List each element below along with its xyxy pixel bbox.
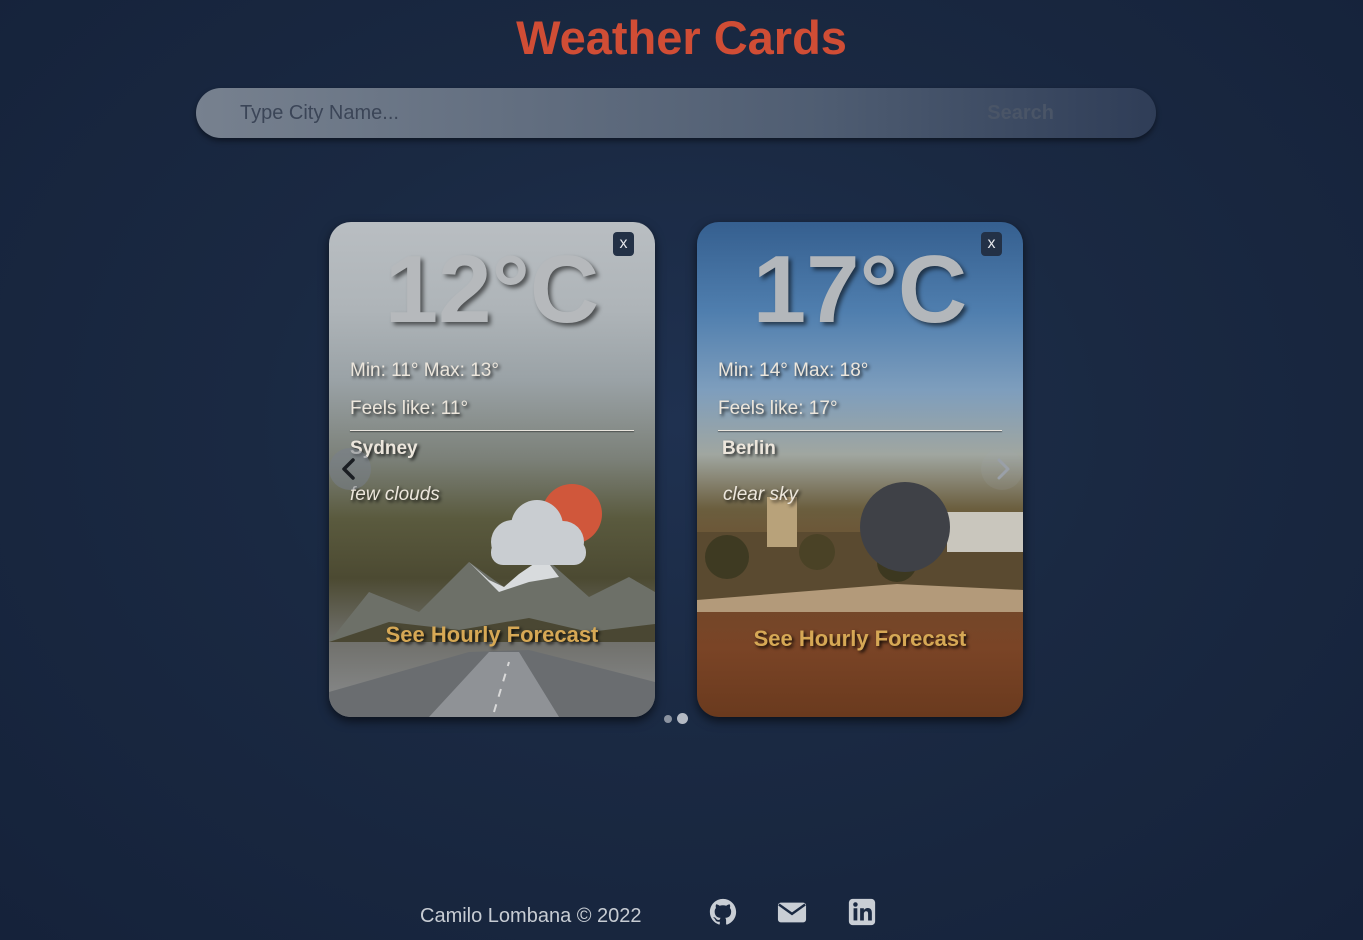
- carousel-dots: [664, 712, 694, 726]
- linkedin-icon[interactable]: [846, 897, 878, 927]
- weather-card-berlin: x 17°C Min: 14° Max: 18° Feels like: 17°…: [697, 222, 1023, 717]
- feels-like: Feels like: 17°: [718, 398, 838, 419]
- chevron-left-icon: [342, 458, 355, 480]
- page-title: Weather Cards: [516, 11, 847, 64]
- footer-copyright: Camilo Lombana © 2022: [420, 905, 642, 927]
- hourly-forecast-link[interactable]: See Hourly Forecast: [697, 626, 1023, 652]
- search-input[interactable]: [240, 88, 940, 138]
- search-bar: Search: [196, 88, 1156, 138]
- feels-like: Feels like: 11°: [350, 398, 469, 419]
- carousel-prev-button[interactable]: [329, 448, 371, 490]
- temperature: 12°C: [384, 236, 600, 343]
- chevron-right-icon: [997, 458, 1010, 480]
- divider: [718, 430, 1002, 431]
- carousel-next-button[interactable]: [981, 448, 1023, 490]
- temperature: 17°C: [752, 236, 968, 343]
- carousel-dot[interactable]: [664, 715, 672, 723]
- min-max-temperature: Min: 11° Max: 13°: [350, 360, 499, 381]
- clear-sky-icon: [860, 482, 950, 572]
- min-max-temperature: Min: 14° Max: 18°: [718, 360, 869, 381]
- github-icon[interactable]: [707, 897, 739, 927]
- search-button[interactable]: Search: [987, 100, 1054, 126]
- weather-card-sydney: x 12°C Min: 11° Max: 13° Feels like: 11°…: [329, 222, 655, 717]
- divider: [350, 430, 634, 431]
- mail-icon[interactable]: [776, 897, 808, 927]
- hourly-forecast-link[interactable]: See Hourly Forecast: [329, 622, 655, 648]
- few-clouds-icon: [491, 484, 602, 565]
- wall-background: [697, 584, 1023, 612]
- carousel-dot-active[interactable]: [677, 713, 688, 724]
- city-name: Berlin: [722, 438, 776, 459]
